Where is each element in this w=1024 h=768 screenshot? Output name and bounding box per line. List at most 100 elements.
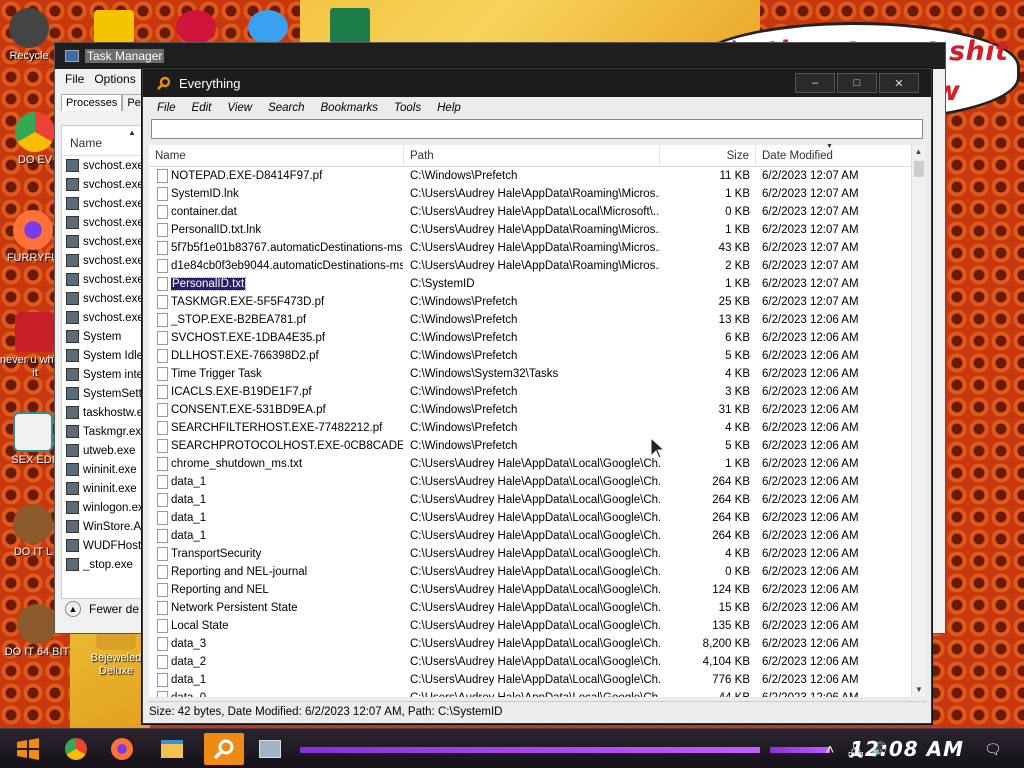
result-row[interactable]: data_3 C:\Users\Audrey Hale\AppData\Local… [149, 635, 911, 653]
tm-process-row[interactable]: svchost.exe [62, 308, 144, 327]
taskbar-file-explorer[interactable] [154, 733, 190, 765]
result-name: SystemID.lnk [171, 188, 239, 200]
search-input[interactable] [151, 119, 923, 139]
tm-process-row[interactable]: svchost.exe [62, 289, 144, 308]
app-icon-top-4[interactable] [330, 8, 370, 44]
maximize-button[interactable]: □ [837, 73, 877, 93]
result-row[interactable]: TransportSecurity C:\Users\Audrey Hale\Ap… [149, 545, 911, 563]
menu-bookmarks[interactable]: Bookmarks [321, 102, 379, 114]
chevron-up-icon[interactable]: ˄ [826, 741, 834, 757]
result-path: C:\Windows\Prefetch [410, 170, 518, 182]
tm-process-row[interactable]: svchost.exe [62, 175, 144, 194]
tm-process-row[interactable]: System Idle [62, 346, 144, 365]
result-name: SEARCHFILTERHOST.EXE-77482212.pf [171, 422, 383, 434]
tm-process-row[interactable]: taskhostw.e [62, 403, 144, 422]
result-row[interactable]: data_1 C:\Users\Audrey Hale\AppData\Local… [149, 473, 911, 491]
menu-edit[interactable]: Edit [192, 102, 212, 114]
result-row[interactable]: DLLHOST.EXE-766398D2.pf C:\Windows\Prefet… [149, 347, 911, 365]
process-icon [66, 463, 79, 476]
result-path-cell: C:\Users\Audrey Hale\AppData\Local\Googl… [410, 671, 660, 689]
everything-titlebar[interactable]: Everything – □ ✕ [143, 69, 931, 97]
tm-process-row[interactable]: wininit.exe [62, 460, 144, 479]
minimize-button[interactable]: – [795, 73, 835, 93]
result-row[interactable]: PersonalID.txt C:\SystemID 1 KB 6/2/2023 12… [149, 275, 911, 293]
column-header-date[interactable]: Date Modified ▼ [756, 143, 911, 167]
result-row[interactable]: CONSENT.EXE-531BD9EA.pf C:\Windows\Prefet… [149, 401, 911, 419]
result-row[interactable]: data_1 C:\Users\Audrey Hale\AppData\Local… [149, 671, 911, 689]
result-row[interactable]: PersonalID.txt.lnk C:\Users\Audrey Hale\A… [149, 221, 911, 239]
scroll-thumb[interactable] [914, 161, 924, 177]
result-row[interactable]: Reporting and NEL-journal C:\Users\Audrey… [149, 563, 911, 581]
notification-icon[interactable]: 🗨 [984, 741, 1002, 758]
result-row[interactable]: data_1 C:\Users\Audrey Hale\AppData\Local… [149, 527, 911, 545]
taskbar-firefox[interactable] [104, 733, 140, 765]
tm-process-row[interactable]: SystemSett [62, 384, 144, 403]
column-header-name[interactable]: Name [149, 145, 404, 167]
scroll-up-icon[interactable]: ▲ [912, 145, 925, 159]
menu-search[interactable]: Search [268, 102, 304, 114]
tm-process-row[interactable]: utweb.exe [62, 441, 144, 460]
result-row[interactable]: Network Persistent State C:\Users\Audrey … [149, 599, 911, 617]
taskbar-everything[interactable] [204, 733, 244, 765]
app-icon-top-1[interactable] [94, 10, 134, 44]
result-row[interactable]: 5f7b5f1e01b83767.automaticDestinations-m… [149, 239, 911, 257]
tm-process-row[interactable]: WinStore.A [62, 517, 144, 536]
taskbar-clock[interactable]: 12:08 AM [850, 737, 964, 761]
app-icon-top-3[interactable] [248, 10, 288, 44]
result-path: C:\Windows\Prefetch [410, 296, 518, 308]
result-row[interactable]: data_0 C:\Users\Audrey Hale\AppData\Local… [149, 689, 911, 697]
tm-process-row[interactable]: svchost.exe [62, 194, 144, 213]
column-header-path[interactable]: Path [404, 145, 660, 167]
result-row[interactable]: Reporting and NEL C:\Users\Audrey Hale\Ap… [149, 581, 911, 599]
result-name-cell: PersonalID.txt [171, 275, 403, 293]
scroll-down-icon[interactable]: ▼ [912, 683, 926, 697]
tm-process-row[interactable]: _stop.exe [62, 555, 144, 574]
tm-process-row[interactable]: svchost.exe [62, 270, 144, 289]
taskbar-task-manager[interactable] [252, 733, 288, 765]
menu-help[interactable]: Help [437, 102, 461, 114]
result-row[interactable]: SEARCHPROTOCOLHOST.EXE-0CB8CADE.pf C:\Win… [149, 437, 911, 455]
tm-process-row[interactable]: svchost.exe [62, 156, 144, 175]
result-row[interactable]: TASKMGR.EXE-5F5F473D.pf C:\Windows\Prefet… [149, 293, 911, 311]
result-row[interactable]: ICACLS.EXE-B19DE1F7.pf C:\Windows\Prefetc… [149, 383, 911, 401]
result-row[interactable]: Local State C:\Users\Audrey Hale\AppData\… [149, 617, 911, 635]
tm-menu-file[interactable]: File [65, 72, 84, 86]
tm-process-row[interactable]: svchost.exe [62, 232, 144, 251]
app-icon-top-2[interactable] [176, 10, 216, 44]
result-name-cell: data_1 [171, 473, 403, 491]
tm-process-row[interactable]: WUDFHost. [62, 536, 144, 555]
result-row[interactable]: data_1 C:\Users\Audrey Hale\AppData\Local… [149, 491, 911, 509]
result-path: C:\Users\Audrey Hale\AppData\Local\Googl… [410, 494, 660, 506]
tm-tab-processes[interactable]: Processes [61, 94, 123, 111]
result-row[interactable]: SystemID.lnk C:\Users\Audrey Hale\AppData… [149, 185, 911, 203]
result-row[interactable]: data_2 C:\Users\Audrey Hale\AppData\Local… [149, 653, 911, 671]
result-row[interactable]: SVCHOST.EXE-1DBA4E35.pf C:\Windows\Prefet… [149, 329, 911, 347]
tm-process-row[interactable]: wininit.exe [62, 479, 144, 498]
menu-view[interactable]: View [227, 102, 252, 114]
result-row[interactable]: d1e84cb0f3eb9044.automaticDestinations-m… [149, 257, 911, 275]
vertical-scrollbar[interactable]: ▲ ▼ [911, 145, 925, 697]
tm-column-name[interactable]: Name ▲ [62, 126, 144, 156]
taskbar-chrome[interactable] [58, 733, 94, 765]
tm-process-row[interactable]: System inte [62, 365, 144, 384]
result-row[interactable]: data_1 C:\Users\Audrey Hale\AppData\Local… [149, 509, 911, 527]
task-manager-titlebar[interactable]: Task Manager [55, 43, 945, 69]
result-row[interactable]: container.dat C:\Users\Audrey Hale\AppDat… [149, 203, 911, 221]
close-button[interactable]: ✕ [879, 73, 919, 93]
tm-process-row[interactable]: Taskmgr.ex [62, 422, 144, 441]
result-row[interactable]: NOTEPAD.EXE-D8414F97.pf C:\Windows\Prefet… [149, 167, 911, 185]
result-row[interactable]: SEARCHFILTERHOST.EXE-77482212.pf C:\Windo… [149, 419, 911, 437]
tm-process-row[interactable]: svchost.exe [62, 251, 144, 270]
result-row[interactable]: chrome_shutdown_ms.txt C:\Users\Audrey Ha… [149, 455, 911, 473]
column-header-size[interactable]: Size [660, 145, 756, 167]
tm-process-row[interactable]: svchost.exe [62, 213, 144, 232]
start-button[interactable] [10, 733, 46, 765]
result-row[interactable]: _STOP.EXE-B2BEA781.pf C:\Windows\Prefetch… [149, 311, 911, 329]
tm-fewer-details[interactable]: ▲ Fewer de [65, 601, 139, 617]
menu-tools[interactable]: Tools [394, 102, 421, 114]
tm-process-row[interactable]: System [62, 327, 144, 346]
tm-menu-options[interactable]: Options [94, 72, 135, 86]
tm-process-row[interactable]: winlogon.ex [62, 498, 144, 517]
result-row[interactable]: Time Trigger Task C:\Windows\System32\Tas… [149, 365, 911, 383]
menu-file[interactable]: File [157, 102, 176, 114]
